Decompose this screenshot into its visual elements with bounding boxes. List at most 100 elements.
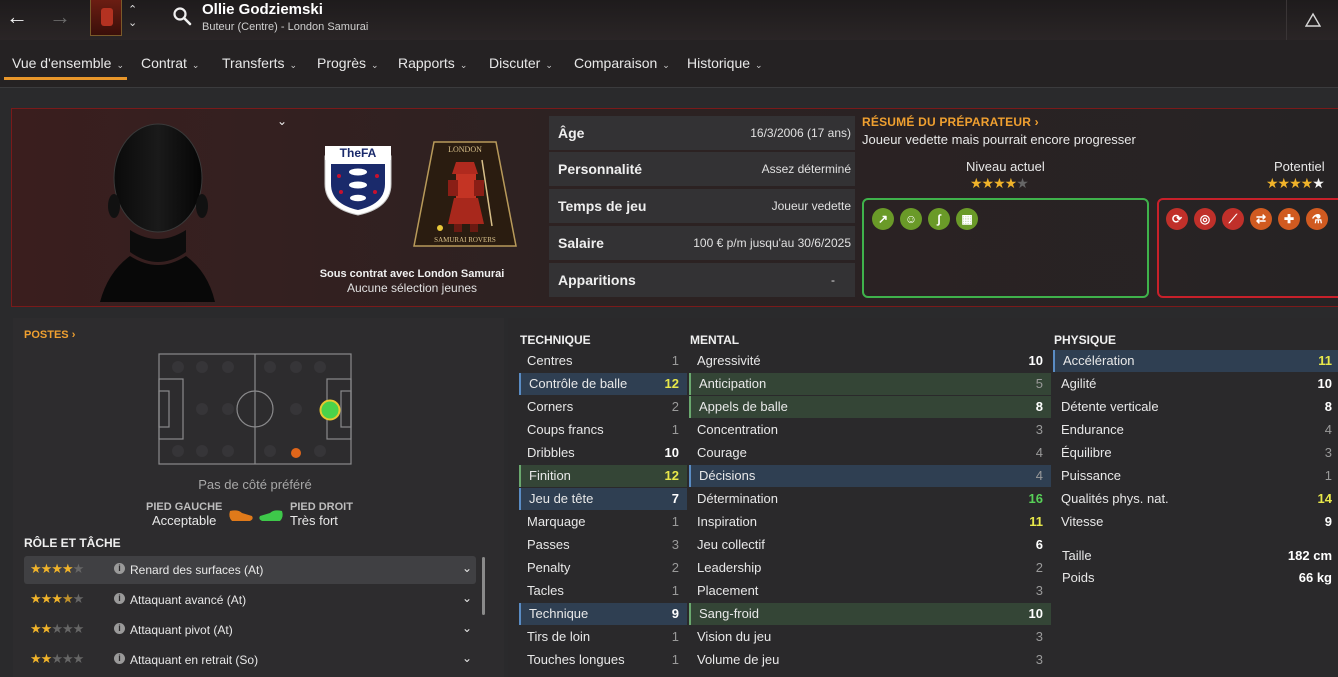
chevron-down-icon[interactable]: ⌄ [277,114,287,128]
tab-contract[interactable]: Contrat ⌄ [141,55,199,71]
attribute-name: Tirs de loin [527,629,591,644]
side-preference: Pas de côté préféré [198,477,312,492]
tab-label: Rapports [398,55,455,71]
attribute-row[interactable]: Technique 9 [519,603,687,625]
chevron-down-icon[interactable]: ⌄ [462,621,472,635]
target-icon[interactable]: ◎ [1194,208,1216,230]
chevron-down-icon: ⌄ [459,60,468,70]
info-icon[interactable]: i [114,653,125,664]
positions-link[interactable]: POSTES › [24,329,75,341]
crosshair-icon[interactable]: ✚ [1278,208,1300,230]
attribute-row[interactable]: Centres 1 [519,350,687,372]
tab-discuss[interactable]: Discuter ⌄ [489,55,553,71]
attribute-row[interactable]: Jeu collectif 6 [689,534,1051,556]
attribute-row[interactable]: Qualités phys. nat. 14 [1053,488,1338,510]
attribute-row[interactable]: Détente verticale 8 [1053,396,1338,418]
attribute-row[interactable]: Anticipation 5 [689,373,1051,395]
attribute-name: Jeu collectif [697,537,765,552]
attribute-row[interactable]: Endurance 4 [1053,419,1338,441]
attribute-value: 12 [664,468,679,483]
chevron-down-icon[interactable]: ⌄ [462,651,472,665]
attribute-row[interactable]: Décisions 4 [689,465,1051,487]
role-row[interactable]: ★★★★★ i Renard des surfaces (At) ⌄ [24,556,476,584]
tab-label: Contrat [141,55,187,71]
chevron-down-icon: ⌄ [371,60,379,70]
info-icon[interactable]: i [114,593,125,604]
attribute-row[interactable]: Volume de jeu 3 [689,649,1051,671]
chevron-down-icon[interactable]: ⌄ [462,591,472,605]
swirl-icon[interactable]: ⟳ [1166,208,1188,230]
attribute-row[interactable]: Marquage 1 [519,511,687,533]
trend-up-icon[interactable]: ↗ [872,208,894,230]
slash-icon[interactable]: ⟋ [1222,208,1244,230]
flask-icon[interactable]: ⚗ [1306,208,1328,230]
tab-overview[interactable]: Vue d'ensemble ⌄ [12,55,124,71]
tab-reports[interactable]: Rapports ⌄ [398,55,467,71]
attribute-value: 10 [1028,606,1043,621]
info-label: Temps de jeu [558,198,647,214]
info-label: Personnalité [558,161,643,177]
attribute-row[interactable]: Agilité 10 [1053,373,1338,395]
tab-history[interactable]: Historique ⌄ [687,55,763,71]
attribute-row[interactable]: Détermination 16 [689,488,1051,510]
attribute-row[interactable]: Appels de balle 8 [689,396,1051,418]
attribute-row[interactable]: Dribbles 10 [519,442,687,464]
attribute-row[interactable]: Équilibre 3 [1053,442,1338,464]
info-row-personality[interactable]: Personnalité Assez déterminé [549,152,855,186]
chevron-up-icon[interactable]: ⌃ [128,3,137,16]
chevron-down-icon[interactable]: ⌄ [462,561,472,575]
attribute-row[interactable]: Inspiration 11 [689,511,1051,533]
club-crest-icon[interactable] [90,0,122,36]
roles-scrollbar[interactable] [482,557,485,615]
forward-arrow-icon[interactable]: → [48,6,72,30]
attribute-row[interactable]: Tacles 1 [519,580,687,602]
coach-report-link[interactable]: RÉSUMÉ DU PRÉPARATEUR › [862,115,1039,129]
arrows-icon[interactable]: ⇄ [1250,208,1272,230]
chevron-down-icon: ⌄ [289,60,298,70]
attribute-value: 8 [1324,399,1332,414]
attribute-row[interactable]: Placement 3 [689,580,1051,602]
search-icon[interactable] [172,6,192,26]
attribute-row[interactable]: Contrôle de balle 12 [519,373,687,395]
boot-icon[interactable]: ∫ [928,208,950,230]
attribute-row[interactable]: Concentration 3 [689,419,1051,441]
role-stars: ★★★★★ [30,591,84,606]
attribute-row[interactable]: Coups francs 1 [519,419,687,441]
tab-comparison[interactable]: Comparaison ⌄ [574,55,670,71]
attribute-name: Leadership [697,560,762,575]
attribute-row[interactable]: Vitesse 9 [1053,511,1338,533]
role-row[interactable]: ★★★★★ i Attaquant avancé (At) ⌄ [24,586,476,614]
chevron-down-icon: ⌄ [545,60,553,70]
role-row[interactable]: ★★★★★ i Attaquant en retrait (So) ⌄ [24,646,476,674]
back-arrow-icon[interactable]: ← [5,6,29,30]
attribute-row[interactable]: Accélération 11 [1053,350,1338,372]
attribute-row[interactable]: Puissance 1 [1053,465,1338,487]
grid-icon[interactable]: ▦ [956,208,978,230]
tab-label: Transferts [222,55,285,71]
attribute-row[interactable]: Penalty 2 [519,557,687,579]
tab-menu: Vue d'ensemble ⌄ Contrat ⌄ Transferts ⌄ Pro… [0,40,1338,88]
toolbar-button[interactable] [1286,0,1338,40]
head-icon[interactable]: ☺ [900,208,922,230]
attribute-row[interactable]: Tirs de loin 1 [519,626,687,648]
role-row[interactable]: ★★★★★ i Attaquant pivot (At) ⌄ [24,616,476,644]
attribute-row[interactable]: Finition 12 [519,465,687,487]
attribute-value: 3 [1324,445,1332,460]
attribute-row[interactable]: Touches longues 1 [519,649,687,671]
attribute-row[interactable]: Leadership 2 [689,557,1051,579]
attribute-value: 4 [1035,468,1043,483]
attribute-row[interactable]: Sang-froid 10 [689,603,1051,625]
attribute-row[interactable]: Passes 3 [519,534,687,556]
tab-progress[interactable]: Progrès ⌄ [317,55,379,71]
attribute-row[interactable]: Agressivité 10 [689,350,1051,372]
attribute-row[interactable]: Jeu de tête 7 [519,488,687,510]
info-icon[interactable]: i [114,623,125,634]
attribute-row[interactable]: Corners 2 [519,396,687,418]
info-icon[interactable]: i [114,563,125,574]
info-row-playing-time[interactable]: Temps de jeu Joueur vedette [549,189,855,223]
chevron-down-icon[interactable]: ⌄ [128,16,137,29]
attribute-row[interactable]: Vision du jeu 3 [689,626,1051,648]
attribute-row[interactable]: Courage 4 [689,442,1051,464]
tab-transfers[interactable]: Transferts ⌄ [222,55,297,71]
info-row-wage[interactable]: Salaire 100 € p/m jusqu'au 30/6/2025 [549,226,855,260]
